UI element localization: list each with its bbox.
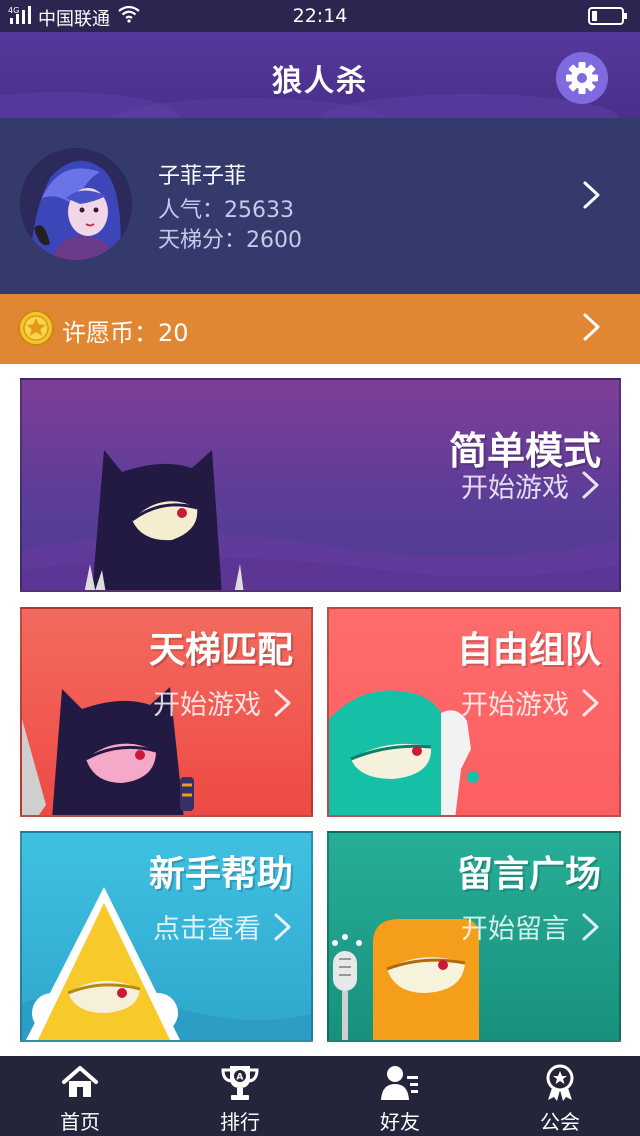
status-bar: 4G 中国联通 22:14: [0, 0, 640, 32]
user-name: 子菲子菲: [158, 164, 247, 189]
view-help-link[interactable]: 点击查看: [153, 907, 261, 946]
tab-label: 好友: [380, 1110, 420, 1134]
battery-icon: [588, 7, 627, 25]
wish-coin-count: 许愿币：20: [62, 319, 189, 347]
tab-label: 排行: [220, 1110, 260, 1134]
chevron-right-icon: [274, 689, 291, 717]
ladder-match-card[interactable]: 天梯匹配 开始游戏: [20, 607, 313, 817]
tab-guild[interactable]: 公会: [480, 1056, 640, 1136]
chevron-right-icon: [582, 913, 599, 941]
trophy-icon: A: [221, 1066, 259, 1100]
tab-friends[interactable]: 好友: [320, 1056, 480, 1136]
free-team-card[interactable]: 自由组队 开始游戏: [327, 607, 621, 817]
tab-label: 首页: [60, 1110, 100, 1134]
card-title: 新手帮助: [148, 854, 293, 895]
start-message-link[interactable]: 开始留言: [461, 907, 569, 946]
friends-icon: [381, 1066, 418, 1100]
start-game-link[interactable]: 开始游戏: [461, 466, 569, 505]
card-title: 留言广场: [456, 854, 601, 895]
ladder-score: 天梯分：2600: [158, 228, 302, 253]
chevron-right-icon: [582, 471, 599, 499]
guild-icon: [546, 1064, 574, 1101]
start-game-link[interactable]: 开始游戏: [461, 683, 569, 722]
newbie-help-card[interactable]: 新手帮助 点击查看: [20, 831, 313, 1042]
card-title: 自由组队: [456, 630, 601, 671]
message-plaza-card[interactable]: 留言广场 开始留言: [327, 831, 621, 1042]
wish-coin-bar[interactable]: 许愿币：20: [0, 294, 640, 364]
chevron-right-icon: [582, 689, 599, 717]
status-time: 22:14: [292, 5, 348, 27]
chevron-right-icon[interactable]: [582, 180, 602, 210]
chevron-right-icon[interactable]: [582, 312, 602, 342]
svg-text:A: A: [236, 1073, 243, 1083]
avatar-image: [20, 148, 132, 260]
avatar[interactable]: [20, 148, 132, 260]
coin-icon: [18, 310, 54, 346]
chevron-right-icon: [274, 913, 291, 941]
nav-bar: 狼人杀: [0, 32, 640, 118]
popularity-value: 人气：25633: [158, 198, 294, 223]
profile-panel[interactable]: 子菲子菲 人气：25633 天梯分：2600: [0, 118, 640, 294]
card-title: 天梯匹配: [148, 630, 293, 671]
home-icon: [62, 1066, 98, 1097]
page-title: 狼人杀: [272, 64, 368, 99]
tab-home[interactable]: 首页: [0, 1056, 160, 1136]
tab-label: 公会: [540, 1110, 580, 1134]
start-game-link[interactable]: 开始游戏: [153, 683, 261, 722]
simple-mode-card[interactable]: 简单模式 开始游戏: [20, 378, 621, 592]
gear-icon: [566, 62, 598, 94]
tab-ranking[interactable]: A 排行: [160, 1056, 320, 1136]
settings-button[interactable]: [556, 52, 608, 104]
tab-bar: 首页 A 排行 好友 公会: [0, 1056, 640, 1136]
